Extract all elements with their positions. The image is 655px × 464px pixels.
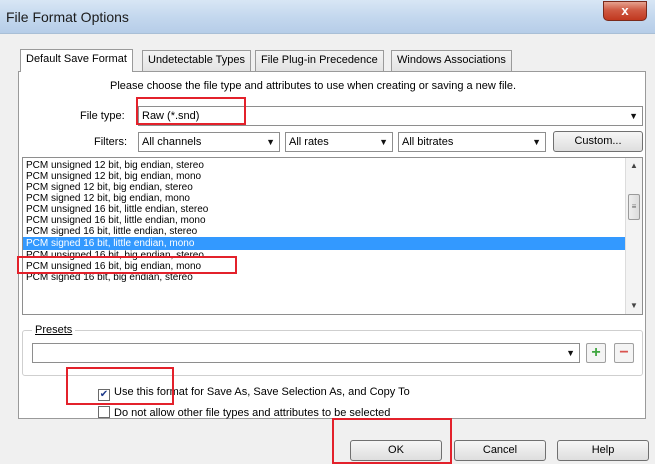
ok-button[interactable]: OK	[350, 440, 442, 461]
presets-dropdown[interactable]: ▼	[32, 343, 580, 363]
dropdown-arrow-icon: ▼	[566, 348, 575, 358]
scroll-thumb[interactable]: ≡	[628, 194, 640, 220]
rates-filter-dropdown[interactable]: All rates ▼	[285, 132, 393, 152]
disallow-checkbox[interactable]	[98, 406, 110, 418]
list-item[interactable]: PCM signed 12 bit, big endian, mono	[23, 193, 627, 204]
file-type-dropdown[interactable]: Raw (*.snd) ▼	[138, 106, 643, 126]
minus-icon: −	[619, 344, 629, 361]
disallow-option[interactable]: Do not allow other file types and attrib…	[98, 406, 390, 419]
file-format-options-dialog: File Format Options x Default Save Forma…	[0, 0, 655, 464]
scroll-up-icon[interactable]: ▲	[626, 158, 642, 174]
dropdown-arrow-icon: ▼	[379, 137, 388, 147]
dropdown-arrow-icon: ▼	[532, 137, 541, 147]
use-format-checkbox[interactable]: ✔	[98, 389, 110, 401]
custom-filter-button[interactable]: Custom...	[553, 131, 643, 152]
list-scrollbar[interactable]: ▲ ≡ ▼	[625, 158, 642, 314]
format-list[interactable]: PCM unsigned 12 bit, big endian, stereo …	[22, 157, 643, 315]
channels-filter-dropdown[interactable]: All channels ▼	[138, 132, 280, 152]
help-button[interactable]: Help	[557, 440, 649, 461]
presets-label: Presets	[32, 324, 76, 336]
tab-file-plugin-precedence[interactable]: File Plug-in Precedence	[255, 50, 384, 71]
tab-windows-associations[interactable]: Windows Associations	[391, 50, 512, 71]
close-icon: x	[621, 3, 629, 18]
use-format-option[interactable]: ✔ Use this format for Save As, Save Selec…	[98, 386, 410, 401]
bitrates-filter-dropdown[interactable]: All bitrates ▼	[398, 132, 546, 152]
list-item[interactable]: PCM unsigned 16 bit, big endian, stereo	[23, 250, 627, 261]
cancel-button[interactable]: Cancel	[454, 440, 546, 461]
list-item[interactable]: PCM unsigned 16 bit, little endian, mono	[23, 215, 627, 226]
plus-icon: +	[591, 344, 601, 361]
channels-filter-value: All channels	[142, 136, 202, 148]
title-bar: File Format Options x	[0, 0, 655, 34]
list-item[interactable]: PCM unsigned 16 bit, little endian, ster…	[23, 204, 627, 215]
list-item[interactable]: PCM unsigned 12 bit, big endian, mono	[23, 171, 627, 182]
bitrates-filter-value: All bitrates	[402, 136, 454, 148]
add-preset-button[interactable]: +	[586, 343, 606, 363]
tab-undetectable-types[interactable]: Undetectable Types	[142, 50, 252, 71]
list-item[interactable]: PCM signed 16 bit, big endian, stereo	[23, 272, 627, 283]
file-type-label: File type:	[80, 110, 125, 122]
dropdown-arrow-icon: ▼	[266, 137, 275, 147]
scroll-down-icon[interactable]: ▼	[626, 298, 642, 314]
use-format-label: Use this format for Save As, Save Select…	[114, 386, 410, 398]
list-item[interactable]: PCM unsigned 16 bit, big endian, mono	[23, 261, 627, 272]
file-type-value: Raw (*.snd)	[142, 110, 200, 122]
disallow-label: Do not allow other file types and attrib…	[114, 407, 391, 419]
filters-label: Filters:	[94, 136, 127, 148]
close-button[interactable]: x	[603, 1, 647, 21]
instructions-text: Please choose the file type and attribut…	[110, 80, 517, 92]
list-item-selected[interactable]: PCM signed 16 bit, little endian, mono	[23, 237, 627, 250]
list-item[interactable]: PCM unsigned 12 bit, big endian, stereo	[23, 160, 627, 171]
list-item[interactable]: PCM signed 16 bit, little endian, stereo	[23, 226, 627, 237]
window-title: File Format Options	[6, 9, 129, 25]
rates-filter-value: All rates	[289, 136, 329, 148]
dropdown-arrow-icon: ▼	[629, 111, 638, 121]
list-item[interactable]: PCM signed 12 bit, big endian, stereo	[23, 182, 627, 193]
remove-preset-button[interactable]: −	[614, 343, 634, 363]
tab-default-save-format[interactable]: Default Save Format	[20, 49, 133, 72]
